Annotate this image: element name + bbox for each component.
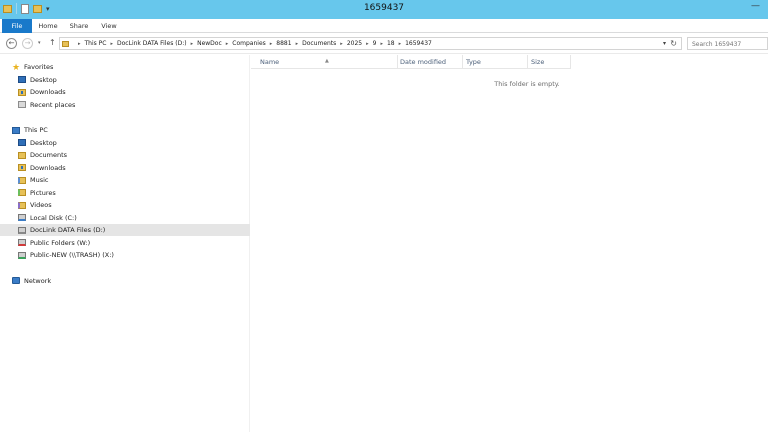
music-icon (18, 176, 26, 184)
nav-pc-pictures[interactable]: Pictures (0, 187, 250, 199)
nav-pc-videos[interactable]: Videos (0, 199, 250, 211)
breadcrumb-documents[interactable]: Documents (302, 40, 336, 47)
nav-label: Music (30, 176, 49, 184)
recent-places-icon (18, 101, 26, 108)
nav-label: Public Folders (W:) (30, 238, 91, 247)
nav-label: DocLink DATA Files (D:) (30, 226, 106, 234)
desktop-icon (18, 139, 26, 146)
chevron-right-icon[interactable]: ▸ (380, 41, 383, 47)
address-dropdown-icon[interactable]: ▾ (663, 40, 666, 47)
minimize-icon[interactable]: — (751, 2, 760, 11)
chevron-right-icon[interactable]: ▸ (191, 41, 194, 47)
breadcrumb-drive[interactable]: DocLink DATA Files (D:) (117, 40, 187, 47)
tab-file[interactable]: File (2, 19, 32, 33)
recent-locations-icon[interactable]: ▾ (38, 40, 41, 46)
nav-pc-documents[interactable]: Documents (0, 149, 250, 161)
nav-pc-desktop[interactable]: Desktop (0, 137, 250, 149)
nav-label: Downloads (30, 163, 66, 172)
network-icon (12, 277, 20, 284)
pictures-icon (18, 189, 26, 196)
empty-folder-message: This folder is empty. (494, 80, 560, 88)
chevron-right-icon[interactable]: ▸ (78, 41, 81, 47)
breadcrumb-2025[interactable]: 2025 (347, 40, 362, 47)
refresh-icon[interactable]: ↻ (670, 39, 677, 48)
nav-label: Pictures (30, 188, 56, 197)
desktop-icon (18, 76, 26, 83)
nav-label: Desktop (30, 138, 57, 147)
nav-label: Downloads (30, 88, 66, 96)
documents-icon (18, 151, 26, 159)
column-type[interactable]: Type (463, 55, 528, 69)
up-button[interactable]: ↑ (49, 38, 56, 48)
tab-view[interactable]: View (100, 19, 118, 33)
nav-pc-public-new-x[interactable]: Public-NEW (\\TRASH) (X:) (0, 249, 250, 261)
nav-favorites-recent-places[interactable]: Recent places (0, 99, 250, 111)
column-size[interactable]: Size (528, 55, 571, 69)
downloads-icon (18, 164, 26, 171)
breadcrumb-8881[interactable]: 8881 (276, 40, 291, 47)
nav-label: Recent places (30, 100, 76, 109)
title-bar: ▾ 1659437 — (0, 0, 768, 19)
disk-icon (18, 226, 26, 234)
chevron-right-icon[interactable]: ▸ (340, 41, 343, 47)
computer-icon (12, 126, 20, 134)
chevron-right-icon[interactable]: ▸ (226, 41, 229, 47)
nav-label: This PC (24, 126, 48, 134)
downloads-icon (18, 88, 26, 96)
nav-label: Desktop (30, 75, 57, 84)
chevron-right-icon[interactable]: ▸ (366, 41, 369, 47)
breadcrumb-9[interactable]: 9 (373, 40, 377, 47)
nav-label: Favorites (24, 63, 54, 71)
chevron-right-icon[interactable]: ▸ (270, 41, 273, 47)
nav-favorites-downloads[interactable]: Downloads (0, 86, 250, 98)
breadcrumb-newdoc[interactable]: NewDoc (197, 40, 222, 47)
column-label: Name (260, 58, 280, 66)
search-input[interactable] (687, 37, 768, 50)
nav-pc-downloads[interactable]: Downloads (0, 162, 250, 174)
ribbon-tabs: File Home Share View (0, 19, 768, 33)
navigation-bar: ← → ▾ ↑ ▸ This PC ▸ DocLink DATA Files (… (0, 33, 768, 54)
address-bar[interactable]: ▸ This PC ▸ DocLink DATA Files (D:) ▸ Ne… (59, 37, 682, 50)
column-date-modified[interactable]: Date modified (398, 55, 463, 69)
navigation-pane: ★ Favorites Desktop Downloads Recent pla… (0, 55, 250, 432)
disk-icon (18, 214, 26, 221)
column-name[interactable]: ▲ Name (251, 55, 398, 69)
sort-ascending-icon: ▲ (325, 58, 329, 64)
nav-favorites-desktop[interactable]: Desktop (0, 74, 250, 86)
file-list: ▲ Name Date modified Type Size This fold… (251, 55, 768, 432)
nav-pc-music[interactable]: Music (0, 174, 250, 186)
forward-button[interactable]: → (22, 38, 33, 49)
nav-pc-doclink-data-d[interactable]: DocLink DATA Files (D:) (0, 224, 250, 236)
chevron-right-icon[interactable]: ▸ (296, 41, 299, 47)
back-button[interactable]: ← (6, 38, 17, 49)
nav-this-pc[interactable]: This PC (0, 124, 250, 136)
star-icon: ★ (12, 62, 21, 73)
window-title: 1659437 (363, 3, 405, 13)
nav-label: Local Disk (C:) (30, 213, 77, 222)
tab-share[interactable]: Share (68, 19, 90, 33)
videos-icon (18, 201, 26, 209)
tab-home[interactable]: Home (38, 19, 58, 33)
breadcrumb-18[interactable]: 18 (387, 40, 395, 47)
nav-label: Documents (30, 151, 68, 159)
chevron-right-icon[interactable]: ▸ (399, 41, 402, 47)
breadcrumb-1659437[interactable]: 1659437 (405, 40, 432, 47)
breadcrumb-companies[interactable]: Companies (232, 40, 265, 47)
nav-network[interactable]: Network (0, 275, 250, 287)
network-drive-icon (18, 251, 26, 259)
nav-label: Public-NEW (\\TRASH) (X:) (30, 251, 114, 259)
nav-label: Network (24, 276, 52, 285)
nav-pc-local-disk-c[interactable]: Local Disk (C:) (0, 212, 250, 224)
network-drive-icon (18, 239, 26, 246)
chevron-right-icon[interactable]: ▸ (111, 41, 114, 47)
nav-label: Videos (30, 201, 52, 209)
column-header: ▲ Name Date modified Type Size (251, 55, 571, 69)
nav-favorites[interactable]: ★ Favorites (0, 61, 250, 73)
breadcrumb-this-pc[interactable]: This PC (85, 40, 107, 47)
nav-pc-public-folders-w[interactable]: Public Folders (W:) (0, 237, 250, 249)
folder-icon (62, 40, 69, 47)
